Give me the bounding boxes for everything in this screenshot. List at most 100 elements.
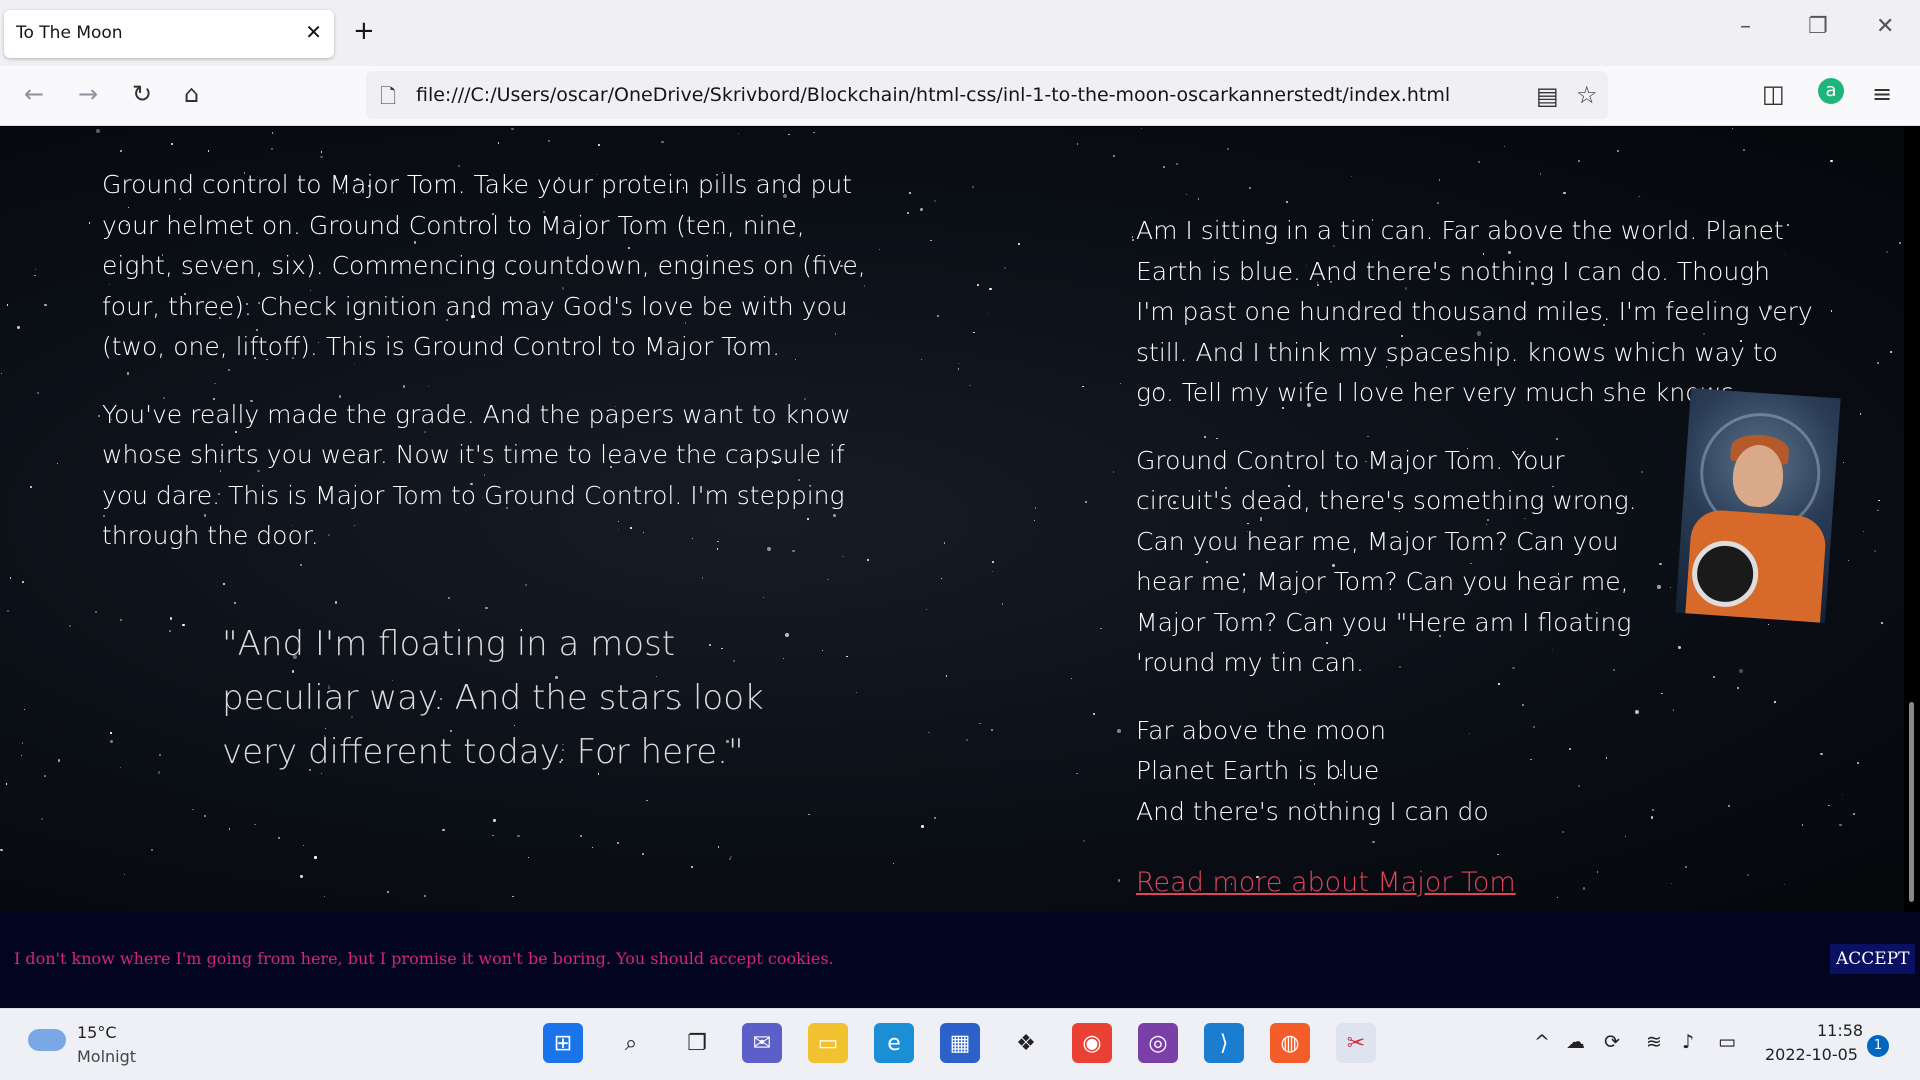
tray-overflow-icon[interactable]: ^ bbox=[1534, 1031, 1550, 1053]
star bbox=[717, 846, 719, 848]
star bbox=[497, 141, 500, 144]
star bbox=[641, 852, 644, 855]
chrome-icon[interactable]: ◉ bbox=[1072, 1023, 1112, 1063]
tab-title: To The Moon bbox=[16, 23, 123, 43]
star bbox=[182, 623, 185, 627]
star bbox=[44, 303, 47, 307]
restore-icon[interactable]: ❐ bbox=[1808, 14, 1828, 39]
menu-icon[interactable]: ≡ bbox=[1872, 80, 1892, 108]
star bbox=[1848, 559, 1850, 561]
pocket-icon[interactable]: ◫ bbox=[1762, 80, 1785, 108]
url-text[interactable]: file:///C:/Users/oscar/OneDrive/Skrivbor… bbox=[416, 84, 1450, 106]
home-icon[interactable]: ⌂ bbox=[184, 80, 199, 108]
clock-date[interactable]: 2022-10-05 bbox=[1765, 1045, 1858, 1064]
left-column: Ground control to Major Tom. Take your p… bbox=[102, 165, 882, 584]
url-bar[interactable]: 🗋 file:///C:/Users/oscar/OneDrive/Skrivb… bbox=[366, 71, 1608, 119]
star bbox=[34, 269, 36, 271]
star bbox=[254, 823, 256, 826]
file-explorer-icon[interactable]: ▭ bbox=[808, 1023, 848, 1063]
vscode-icon[interactable]: ⟩ bbox=[1204, 1023, 1244, 1063]
lyrics-paragraph: Am I sitting in a tin can. Far above the… bbox=[1136, 216, 1813, 407]
star bbox=[151, 849, 153, 851]
page-content: Ground control to Major Tom. Take your p… bbox=[0, 127, 1904, 912]
onedrive-icon[interactable]: ☁ bbox=[1566, 1031, 1585, 1053]
star bbox=[1285, 201, 1288, 204]
star bbox=[1880, 622, 1883, 625]
account-avatar-icon[interactable]: a bbox=[1818, 78, 1844, 104]
window-close-icon[interactable]: ✕ bbox=[1876, 14, 1894, 39]
star bbox=[907, 211, 910, 214]
start-icon[interactable]: ⊞ bbox=[543, 1023, 583, 1063]
star bbox=[17, 326, 20, 329]
star bbox=[1617, 149, 1620, 152]
star bbox=[598, 143, 601, 146]
star bbox=[119, 149, 123, 153]
star bbox=[1085, 500, 1088, 503]
star bbox=[1747, 873, 1750, 877]
star bbox=[192, 808, 194, 810]
accept-cookies-button[interactable]: ACCEPT bbox=[1830, 944, 1916, 974]
star bbox=[1539, 173, 1542, 175]
star bbox=[24, 709, 26, 711]
scrollbar-thumb[interactable] bbox=[1909, 702, 1914, 902]
browser-tab[interactable]: To The Moon ✕ bbox=[4, 10, 334, 58]
weather-description[interactable]: Molnigt bbox=[77, 1047, 136, 1066]
sync-icon[interactable]: ⟳ bbox=[1604, 1031, 1620, 1053]
star bbox=[170, 143, 173, 146]
star bbox=[387, 890, 390, 893]
star bbox=[1820, 752, 1823, 756]
read-more-link[interactable]: Read more about Major Tom bbox=[1136, 867, 1516, 898]
new-tab-button[interactable]: + bbox=[353, 16, 375, 46]
firefox-icon[interactable]: ◍ bbox=[1270, 1023, 1310, 1063]
star bbox=[1876, 361, 1879, 364]
page-scrollbar[interactable] bbox=[1904, 127, 1920, 912]
volume-icon[interactable]: ♪ bbox=[1682, 1031, 1694, 1053]
dropbox-icon[interactable]: ❖ bbox=[1006, 1023, 1046, 1063]
clock-time[interactable]: 11:58 bbox=[1817, 1021, 1863, 1040]
battery-icon[interactable]: ▭ bbox=[1718, 1031, 1736, 1053]
star bbox=[1477, 160, 1480, 164]
notification-badge[interactable]: 1 bbox=[1867, 1035, 1889, 1057]
file-icon: 🗋 bbox=[380, 84, 397, 108]
star bbox=[1076, 142, 1079, 145]
store-icon[interactable]: ▦ bbox=[940, 1023, 980, 1063]
star bbox=[204, 815, 206, 817]
back-icon[interactable]: ← bbox=[24, 80, 44, 108]
star bbox=[965, 738, 968, 742]
cloud-icon[interactable] bbox=[28, 1029, 66, 1051]
star bbox=[44, 775, 46, 777]
minimize-icon[interactable]: – bbox=[1740, 14, 1751, 39]
teams-chat-icon[interactable]: ✉ bbox=[742, 1023, 782, 1063]
star bbox=[9, 577, 11, 579]
tab-close-icon[interactable]: ✕ bbox=[305, 20, 322, 44]
star bbox=[1436, 201, 1440, 205]
bookmark-star-icon[interactable]: ☆ bbox=[1576, 81, 1598, 109]
reader-view-icon[interactable]: ▤ bbox=[1536, 82, 1559, 110]
star bbox=[808, 814, 810, 816]
snipping-tool-icon[interactable]: ✂ bbox=[1336, 1023, 1376, 1063]
edge-icon[interactable]: e bbox=[874, 1023, 914, 1063]
star bbox=[991, 729, 994, 732]
star bbox=[940, 577, 943, 580]
star bbox=[1076, 772, 1078, 775]
wifi-icon[interactable]: ≋ bbox=[1646, 1031, 1662, 1053]
star bbox=[1828, 804, 1830, 806]
star bbox=[1003, 266, 1007, 270]
weather-temperature[interactable]: 15°C bbox=[77, 1023, 117, 1042]
star bbox=[1841, 793, 1844, 795]
star bbox=[37, 392, 39, 394]
search-icon[interactable]: ⌕ bbox=[611, 1023, 651, 1063]
star bbox=[485, 606, 488, 610]
star bbox=[661, 141, 664, 144]
browser-nav-bar: ← → ↻ ⌂ 🗋 file:///C:/Users/oscar/OneDriv… bbox=[0, 66, 1920, 126]
github-desktop-icon[interactable]: ◎ bbox=[1138, 1023, 1178, 1063]
star bbox=[272, 132, 274, 134]
forward-icon[interactable]: → bbox=[78, 80, 98, 108]
star bbox=[320, 156, 323, 159]
reload-icon[interactable]: ↻ bbox=[132, 80, 152, 108]
star bbox=[1117, 729, 1121, 733]
star bbox=[6, 304, 9, 307]
star bbox=[1852, 812, 1856, 815]
task-view-icon[interactable]: ❐ bbox=[677, 1023, 717, 1063]
star bbox=[1350, 176, 1353, 178]
